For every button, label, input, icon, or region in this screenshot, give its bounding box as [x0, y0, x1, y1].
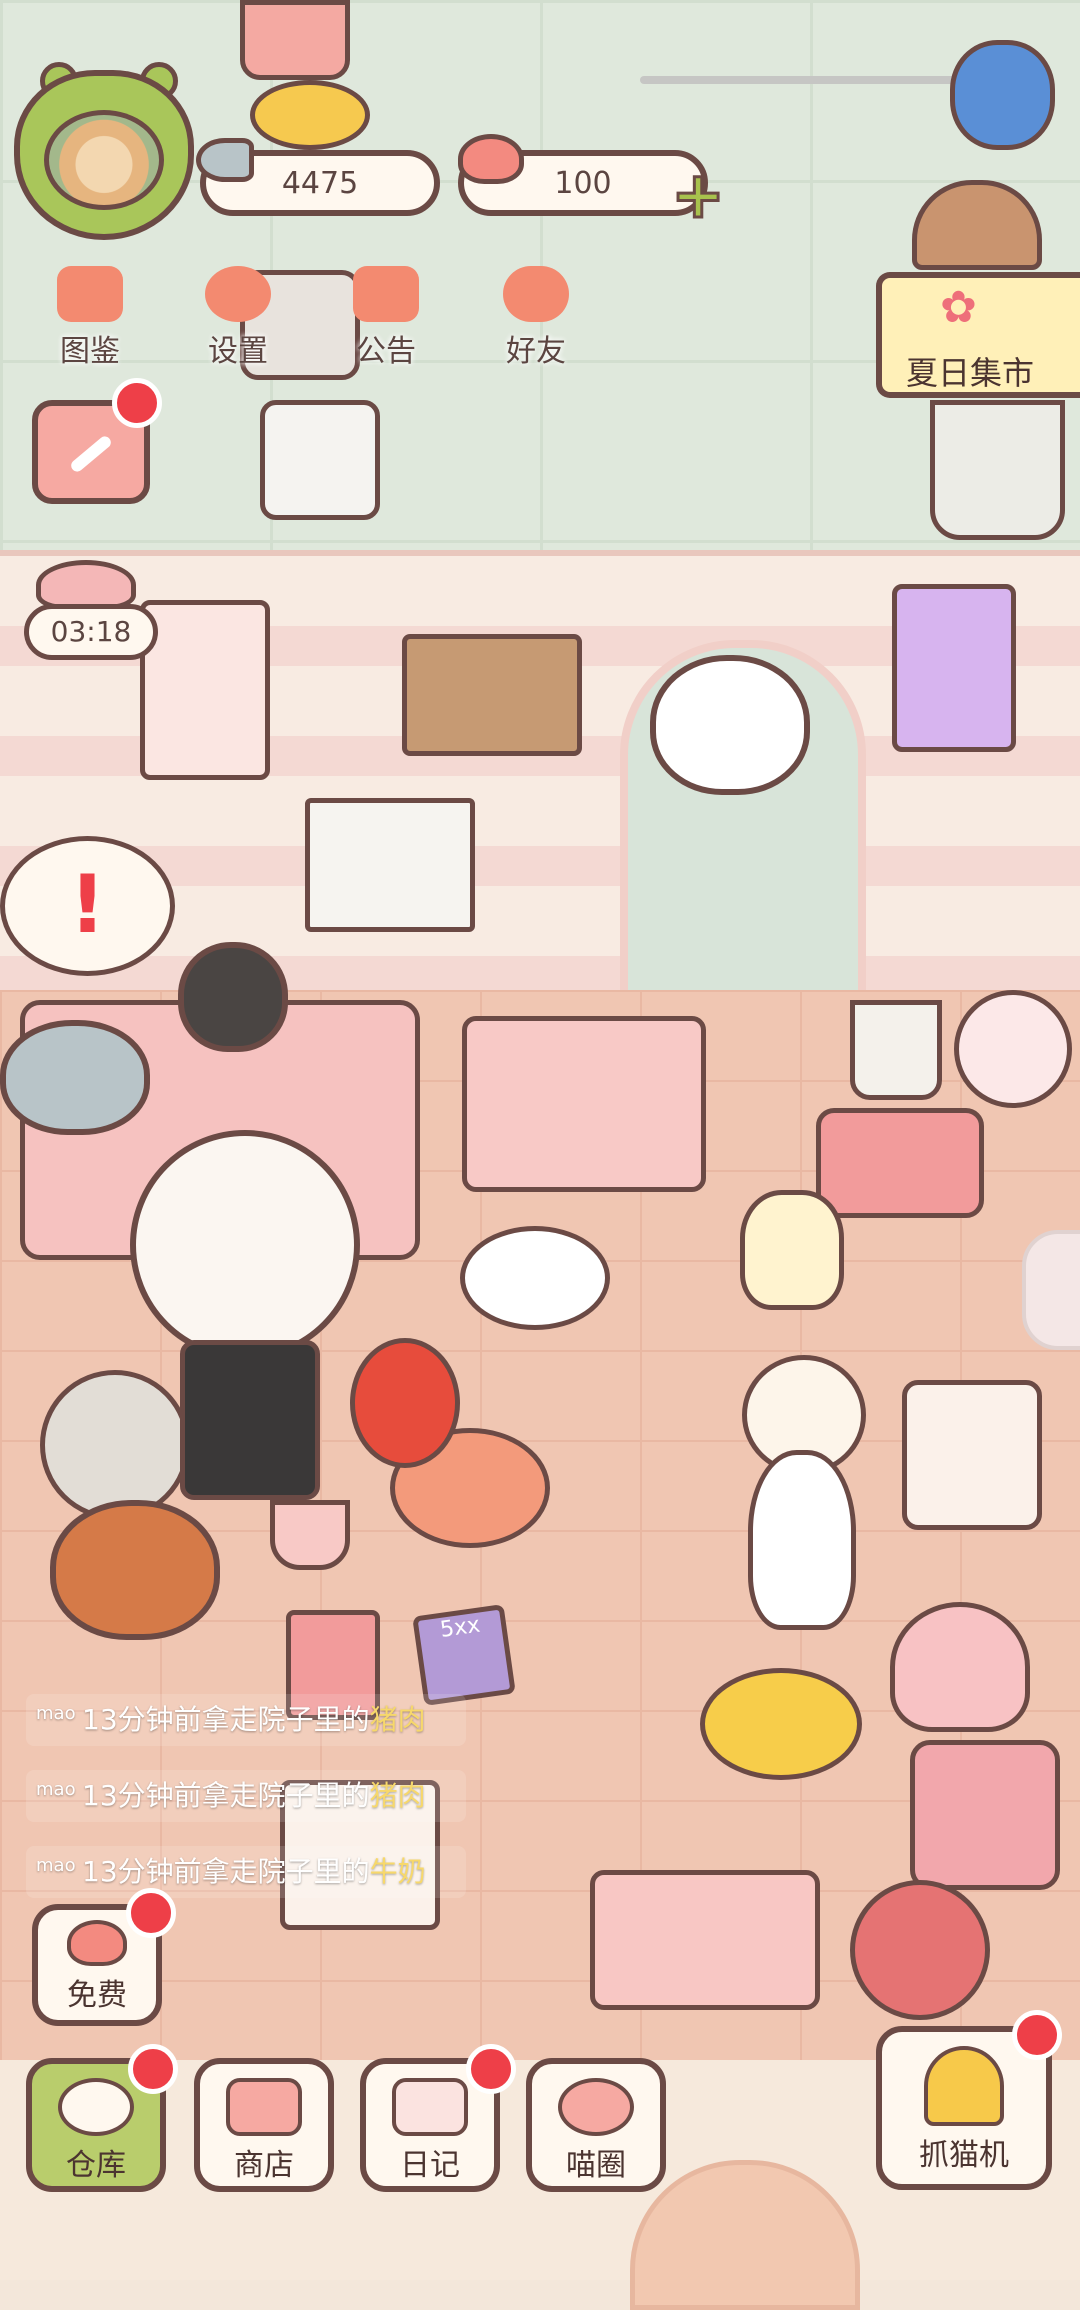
shop-label: 商店 — [234, 2148, 294, 2183]
photo-frame-item[interactable] — [402, 634, 582, 756]
claw-icon — [924, 2046, 1004, 2126]
diary-badge — [466, 2044, 516, 2094]
alert-bubble[interactable]: ! — [0, 836, 175, 976]
mouse-figure-item[interactable] — [890, 1602, 1030, 1732]
claw-machine-badge — [1012, 2010, 1062, 2060]
doll-item[interactable] — [740, 1190, 844, 1310]
yellow-chick-item[interactable] — [700, 1668, 862, 1780]
countdown-timer: 03:18 — [24, 604, 158, 660]
red-flower-pot-item[interactable] — [850, 1880, 990, 2020]
planet-cat-icon — [558, 2078, 634, 2136]
panda-poster-item[interactable] — [305, 798, 475, 932]
brush-cup-item[interactable] — [270, 1500, 350, 1570]
heart-icon — [458, 134, 524, 184]
storage-box-icon — [58, 2078, 134, 2136]
notice-object: 猪肉 — [369, 1779, 426, 1812]
notice-user: mao — [36, 1703, 76, 1724]
orange-cat[interactable] — [50, 1500, 220, 1640]
pencil-icon — [68, 433, 114, 475]
avatar[interactable] — [44, 110, 164, 210]
notice-item: mao 13分钟前拿走院子里的猪肉 — [26, 1694, 466, 1746]
shop-icon — [226, 2078, 302, 2136]
friends-icon — [503, 266, 569, 322]
cat-circle-button[interactable]: 喵圈 — [526, 2058, 666, 2192]
poster-item[interactable] — [892, 584, 1016, 752]
notice-user: mao — [36, 1779, 76, 1800]
milk-carton-item[interactable] — [260, 400, 380, 520]
striped-robe-item[interactable] — [140, 600, 270, 780]
heart-icon — [67, 1920, 127, 1966]
menu-settings-label: 设置 — [208, 334, 268, 369]
umbrella-pot-item[interactable] — [850, 1000, 942, 1100]
bunny-item[interactable] — [748, 1450, 856, 1630]
tabby-cat[interactable] — [650, 655, 810, 795]
menu-catalog-button[interactable]: 图鉴 — [30, 266, 150, 376]
timer-mouse-icon — [36, 560, 136, 610]
daruma-owl-item[interactable] — [350, 1338, 460, 1468]
pink-rug-item[interactable] — [590, 1870, 820, 2010]
summer-market-label: 夏日集市 — [906, 354, 1035, 392]
claw-machine-label: 抓猫机 — [919, 2138, 1009, 2173]
menu-notice-label: 公告 — [356, 334, 416, 369]
cat-book-icon — [57, 266, 123, 322]
pink-backpack-item[interactable] — [910, 1740, 1060, 1890]
storage-badge — [128, 2044, 178, 2094]
side-drawer-handle[interactable] — [1022, 1230, 1080, 1350]
gear-icon — [205, 266, 271, 322]
notice-object: 猪肉 — [369, 1703, 426, 1736]
fried-egg-item[interactable] — [460, 1226, 610, 1330]
book-label: 5xx — [438, 1612, 482, 1643]
shop-button[interactable]: 商店 — [194, 2058, 334, 2192]
pink-cushion-item[interactable] — [462, 1016, 706, 1192]
menu-settings-button[interactable]: 设置 — [178, 266, 298, 376]
heart-value: 100 — [554, 165, 612, 201]
menu-notice-button[interactable]: 公告 — [326, 266, 446, 376]
gumball-machine-item[interactable] — [954, 990, 1072, 1108]
notice-item: mao 13分钟前拿走院子里的猪肉 — [26, 1770, 466, 1822]
fish-coin-value: 4475 — [281, 165, 359, 201]
flower-icon: ✿ — [940, 282, 977, 333]
add-hearts-button[interactable]: + — [670, 163, 727, 230]
notice-item: mao 13分钟前拿走院子里的牛奶 — [26, 1846, 466, 1898]
notice-text: 13分钟前拿走院子里的 — [82, 1703, 370, 1736]
notice-text: 13分钟前拿走院子里的 — [82, 1855, 370, 1888]
rice-cooker-item[interactable] — [240, 0, 350, 80]
pudding-item[interactable] — [250, 80, 370, 150]
gift-icon — [353, 266, 419, 322]
purple-book-item[interactable]: 5xx — [412, 1604, 516, 1706]
notice-text: 13分钟前拿走院子里的 — [82, 1779, 370, 1812]
free-button-label: 免费 — [67, 1978, 127, 2013]
grey-mouse-cat[interactable] — [0, 1020, 150, 1135]
fish-icon — [196, 138, 254, 182]
storage-label: 仓库 — [66, 2148, 126, 2183]
girl-body — [180, 1340, 320, 1500]
menu-friends-label: 好友 — [506, 334, 566, 369]
girl-character[interactable] — [130, 1130, 360, 1360]
notice-user: mao — [36, 1855, 76, 1876]
free-button-badge — [126, 1888, 176, 1938]
blue-bag-item[interactable] — [950, 40, 1055, 150]
notice-object: 牛奶 — [369, 1855, 426, 1888]
diary-label: 日记 — [400, 2148, 460, 2183]
black-cat[interactable] — [178, 942, 288, 1052]
trash-can-item[interactable] — [930, 400, 1065, 540]
diary-icon — [392, 2078, 468, 2136]
fan-item[interactable] — [40, 1370, 190, 1520]
canvas-easel-item[interactable] — [902, 1380, 1042, 1530]
menu-friends-button[interactable]: 好友 — [476, 266, 596, 376]
edit-note-badge — [112, 378, 162, 428]
cat-circle-label: 喵圈 — [566, 2148, 626, 2183]
menu-catalog-label: 图鉴 — [60, 334, 120, 369]
pink-telephone-item[interactable] — [816, 1108, 984, 1218]
